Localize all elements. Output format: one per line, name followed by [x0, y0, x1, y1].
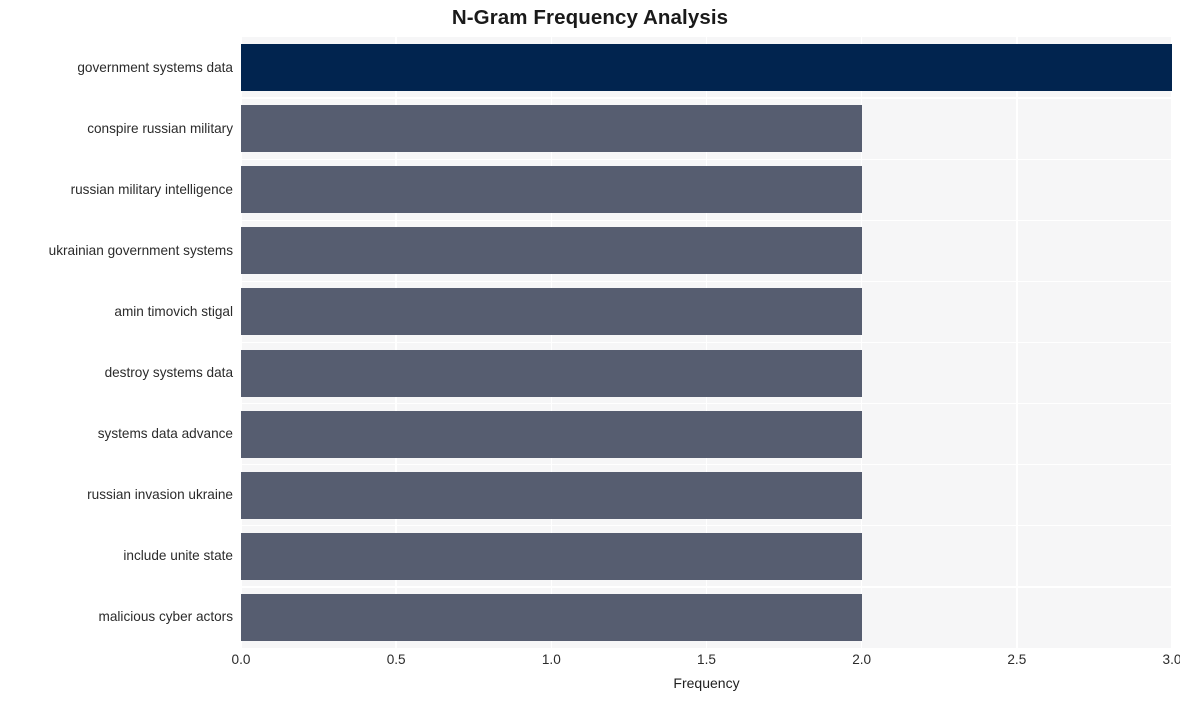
x-axis-tick-label: 2.0: [852, 652, 872, 667]
y-axis-tick-label: amin timovich stigal: [114, 303, 233, 319]
x-axis-label: Frequency: [673, 675, 740, 691]
x-axis-tick-label: 0.5: [386, 652, 406, 667]
y-axis-tick-label: russian invasion ukraine: [87, 487, 233, 503]
y-axis-tick-label: malicious cyber actors: [98, 609, 233, 625]
y-axis-tick-label: government systems data: [77, 59, 233, 75]
x-axis-tick-label: 1.0: [541, 652, 561, 667]
y-axis-tick-label: conspire russian military: [87, 120, 233, 136]
x-axis-tick-label: 3.0: [1162, 652, 1180, 667]
y-axis-tick-label: russian military intelligence: [70, 181, 233, 197]
y-axis-tick-label: destroy systems data: [104, 365, 233, 381]
y-axis-tick-label: include unite state: [123, 548, 233, 564]
x-axis-tick-label: 0.0: [231, 652, 251, 667]
x-axis-tick-label: 1.5: [697, 652, 716, 667]
y-axis-tick-labels: government systems data conspire russian …: [0, 37, 1180, 648]
x-axis-tick-label: 2.5: [1007, 652, 1027, 667]
x-axis-tick-labels: 0.0 0.5 1.0 1.5 2.0 2.5 3.0: [232, 652, 1180, 672]
y-axis-tick-label: systems data advance: [97, 426, 233, 442]
page-title: N-Gram Frequency Analysis: [451, 6, 729, 29]
y-axis-tick-label: ukrainian government systems: [48, 242, 233, 258]
chart-figure: N-Gram Frequency Analysis government sys…: [0, 0, 1180, 701]
